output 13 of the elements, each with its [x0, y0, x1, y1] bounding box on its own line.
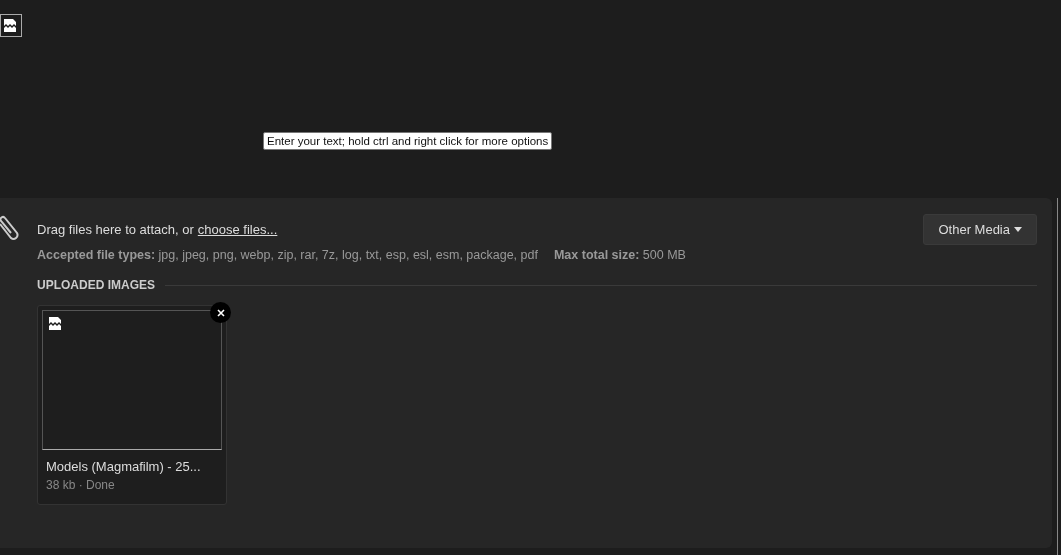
max-size-text: Max total size: 500 MB	[553, 248, 686, 262]
close-button[interactable]	[210, 302, 231, 323]
accepted-types-text: Accepted file types: jpg, jpeg, png, webp, zip, rar, 7z, log, txt, esp, esl, esm, package, pdf	[37, 248, 538, 262]
other-media-button[interactable]: Other Media	[923, 214, 1037, 245]
tooltip: Enter your text; hold ctrl and right click for more options	[263, 132, 553, 150]
section-heading: UPLOADED IMAGES	[37, 278, 155, 292]
file-name: Models (Magmafilm) - 25...	[45, 459, 202, 474]
close-icon	[216, 308, 225, 317]
choose-files-link[interactable]: choose files...	[197, 221, 278, 237]
file-status: 38 kb · Done	[45, 478, 116, 492]
attach-prompt: Drag files here to attach, or	[37, 221, 194, 237]
broken-image-icon	[49, 317, 62, 330]
caret-icon	[1014, 227, 1022, 232]
